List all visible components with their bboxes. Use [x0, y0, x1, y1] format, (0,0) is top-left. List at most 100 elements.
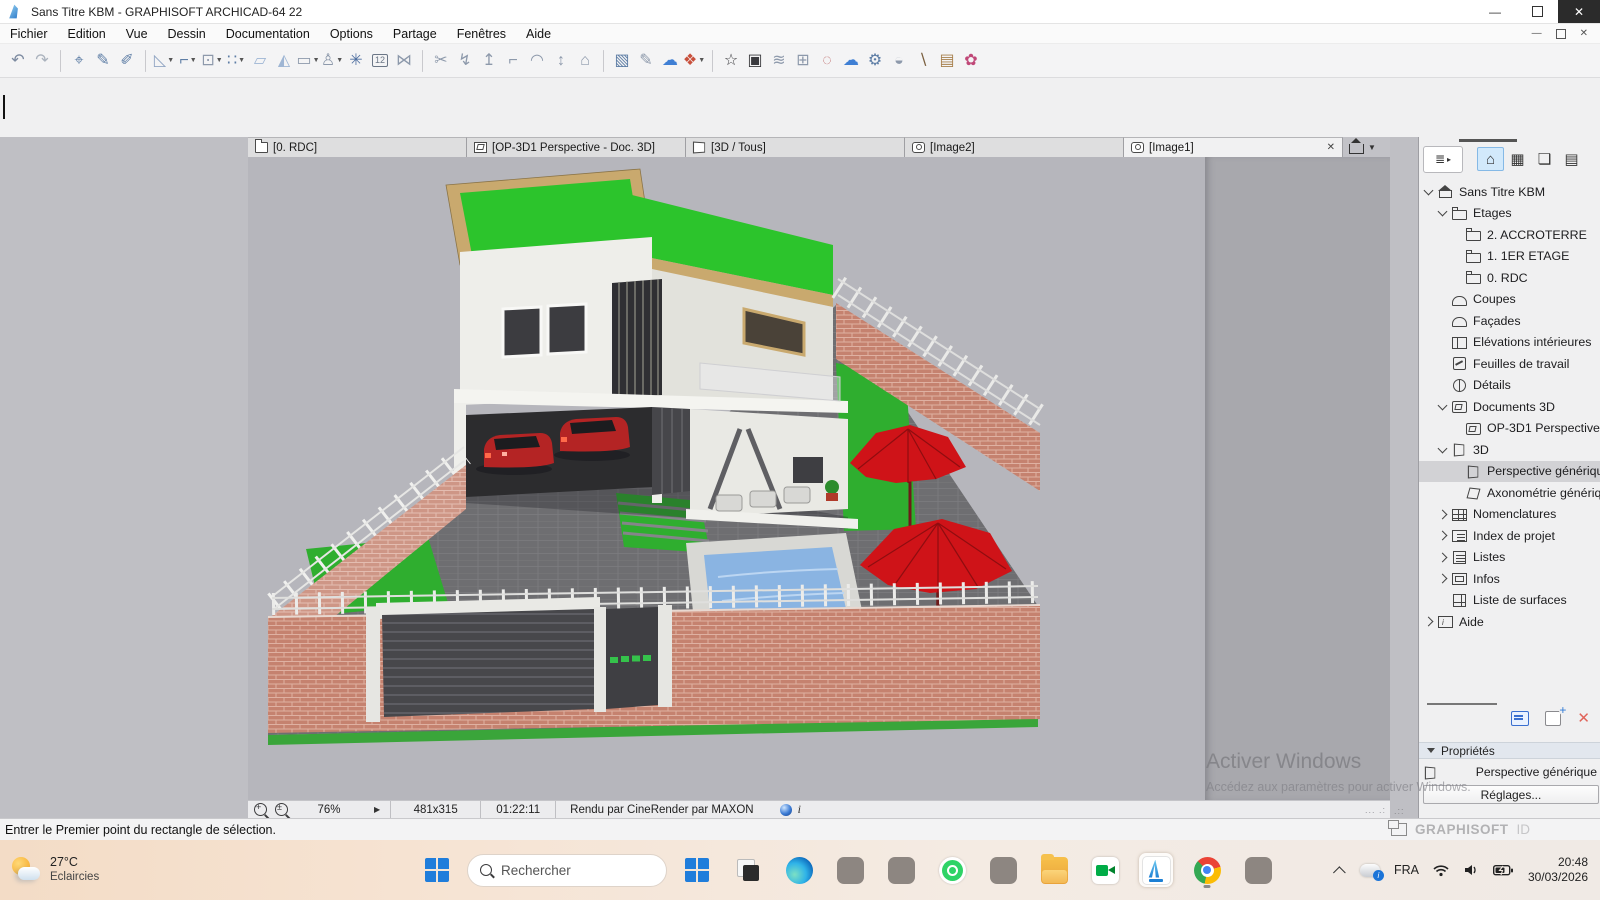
- toolbar-button[interactable]: ⌂ ▼: [573, 48, 597, 74]
- toolbar-button[interactable]: ▼: [603, 50, 604, 72]
- taskbar-app-button[interactable]: [986, 853, 1020, 887]
- menu-item[interactable]: Fichier: [0, 24, 58, 43]
- toolbar-button[interactable]: ↥ ▼: [477, 48, 501, 74]
- tree-item[interactable]: Documents 3D: [1419, 396, 1600, 418]
- dropdown-caret-icon[interactable]: ▼: [190, 57, 197, 64]
- tree-item[interactable]: Détails: [1419, 375, 1600, 397]
- doc-close-button[interactable]: ✕: [1580, 28, 1588, 39]
- info-icon[interactable]: i: [798, 802, 801, 817]
- toolbar-button[interactable]: ⚙ ▼: [863, 48, 887, 74]
- tree-item[interactable]: Coupes: [1419, 289, 1600, 311]
- toolbar-button[interactable]: ⌐ ▼: [501, 48, 525, 74]
- toolbar-button[interactable]: ▼: [145, 50, 146, 72]
- menu-item[interactable]: Fenêtres: [447, 24, 516, 43]
- tree-item[interactable]: 3D: [1419, 439, 1600, 461]
- properties-header[interactable]: Propriétés: [1419, 742, 1600, 759]
- tree-chevron-icon[interactable]: [1424, 617, 1434, 627]
- toolbar-button[interactable]: ❖ ▼: [682, 48, 706, 74]
- toolbar-button[interactable]: ◠ ▼: [525, 48, 549, 74]
- document-tab[interactable]: [3D / Tous] ✕: [686, 137, 905, 157]
- tab-list-caret-icon[interactable]: ▼: [1368, 143, 1376, 152]
- navigator-grip[interactable]: [1459, 139, 1517, 142]
- start-button[interactable]: [420, 853, 454, 887]
- dropdown-caret-icon[interactable]: ▼: [238, 57, 245, 64]
- tree-chevron-icon[interactable]: [1438, 552, 1448, 562]
- dropdown-caret-icon[interactable]: ▼: [698, 57, 705, 64]
- toolbar-button[interactable]: ▭ ▼: [296, 48, 320, 74]
- taskbar-app-button[interactable]: [935, 853, 969, 887]
- toolbar-button[interactable]: ⊡ ▼: [200, 48, 224, 74]
- weather-widget[interactable]: 27°C Eclaircies: [10, 855, 99, 885]
- new-view-icon[interactable]: [1545, 711, 1561, 726]
- dropdown-caret-icon[interactable]: ▼: [167, 57, 174, 64]
- clock[interactable]: 20:48 30/03/2026: [1528, 855, 1588, 885]
- zoom-level[interactable]: 76%: [294, 801, 364, 818]
- menu-item[interactable]: Vue: [116, 24, 158, 43]
- tree-item[interactable]: Elévations intérieures: [1419, 332, 1600, 354]
- minimize-button[interactable]: —: [1474, 0, 1516, 23]
- tab-close-icon[interactable]: ✕: [1324, 142, 1338, 153]
- tree-chevron-icon[interactable]: [1438, 443, 1448, 453]
- document-tab[interactable]: [0. RDC] ✕: [248, 137, 467, 157]
- language-indicator[interactable]: FRA: [1394, 863, 1419, 877]
- toolbar-button[interactable]: ∷ ▼: [224, 48, 248, 74]
- taskbar-app-button[interactable]: [1241, 853, 1275, 887]
- toolbar-button[interactable]: ↷ ▼: [30, 48, 54, 74]
- zoom-arrow-icon[interactable]: ▶: [364, 805, 390, 814]
- toolbar-button[interactable]: ▣ ▼: [743, 48, 767, 74]
- render-viewport[interactable]: [248, 157, 1205, 800]
- navigator-tab[interactable]: ❏: [1531, 147, 1558, 171]
- tree-item[interactable]: Nomenclatures: [1419, 504, 1600, 526]
- toolbar-button[interactable]: ☁ ▼: [839, 48, 863, 74]
- toolbar-button[interactable]: ↶ ▼: [6, 48, 30, 74]
- toolbar-button[interactable]: ☆ ▼: [719, 48, 743, 74]
- tree-item[interactable]: Axonométrie générique: [1419, 482, 1600, 504]
- delete-icon[interactable]: ✕: [1577, 711, 1590, 726]
- tree-item[interactable]: Perspective générique: [1419, 461, 1600, 483]
- maximize-button[interactable]: [1516, 0, 1558, 23]
- menu-item[interactable]: Aide: [516, 24, 561, 43]
- navigator-tab[interactable]: ▤: [1558, 147, 1585, 171]
- toolbar-button[interactable]: ∖ ▼: [911, 48, 935, 74]
- dropdown-caret-icon[interactable]: ▼: [336, 57, 343, 64]
- dropdown-caret-icon[interactable]: ▼: [313, 57, 320, 64]
- taskbar-search[interactable]: Rechercher: [467, 854, 667, 887]
- pop-up-navigator-icon[interactable]: [1349, 144, 1364, 154]
- taskbar-app-button[interactable]: [884, 853, 918, 887]
- menu-item[interactable]: Partage: [383, 24, 447, 43]
- toolbar-button[interactable]: ✎ ▼: [634, 48, 658, 74]
- tree-chevron-icon[interactable]: [1438, 509, 1448, 519]
- tree-item[interactable]: Sans Titre KBM: [1419, 181, 1600, 203]
- tree-item[interactable]: Façades: [1419, 310, 1600, 332]
- toolbar-button[interactable]: 12 ▼: [368, 48, 392, 74]
- battery-icon[interactable]: [1493, 864, 1514, 877]
- toolbar-button[interactable]: ↕ ▼: [549, 48, 573, 74]
- tree-item[interactable]: Infos: [1419, 568, 1600, 590]
- taskbar-app-button[interactable]: [1190, 853, 1224, 887]
- toolbar-button[interactable]: ↯ ▼: [453, 48, 477, 74]
- toolbar-button[interactable]: ▼: [60, 50, 61, 72]
- taskbar-app-button[interactable]: [782, 853, 816, 887]
- tree-item[interactable]: Aide: [1419, 611, 1600, 633]
- toolbar-button[interactable]: ▼: [422, 50, 423, 72]
- tree-item[interactable]: 0. RDC: [1419, 267, 1600, 289]
- toolbar-button[interactable]: ✎ ▼: [91, 48, 115, 74]
- toolbar-button[interactable]: ♙ ▼: [320, 48, 344, 74]
- doc-minimize-button[interactable]: —: [1532, 28, 1542, 39]
- settings-button[interactable]: Réglages...: [1423, 785, 1599, 804]
- doc-restore-button[interactable]: [1556, 29, 1566, 39]
- tree-chevron-icon[interactable]: [1438, 574, 1448, 584]
- taskbar-app-button[interactable]: [1037, 853, 1071, 887]
- tree-item[interactable]: Etages: [1419, 203, 1600, 225]
- toolbar-button[interactable]: ◌ ▼: [815, 48, 839, 74]
- document-tab[interactable]: [OP-3D1 Perspective - Doc. 3D] ✕: [467, 137, 686, 157]
- menu-item[interactable]: Documentation: [216, 24, 320, 43]
- taskbar-app-button[interactable]: [680, 853, 714, 887]
- toolbar-button[interactable]: ▱ ▼: [248, 48, 272, 74]
- tree-item[interactable]: OP-3D1 Perspective - Doc. 3D: [1419, 418, 1600, 440]
- tree-item[interactable]: 1. 1ER ETAGE: [1419, 246, 1600, 268]
- dropdown-caret-icon[interactable]: ▼: [216, 57, 223, 64]
- tree-chevron-icon[interactable]: [1438, 531, 1448, 541]
- taskbar-app-button[interactable]: [1088, 853, 1122, 887]
- tree-item[interactable]: 2. ACCROTERRE: [1419, 224, 1600, 246]
